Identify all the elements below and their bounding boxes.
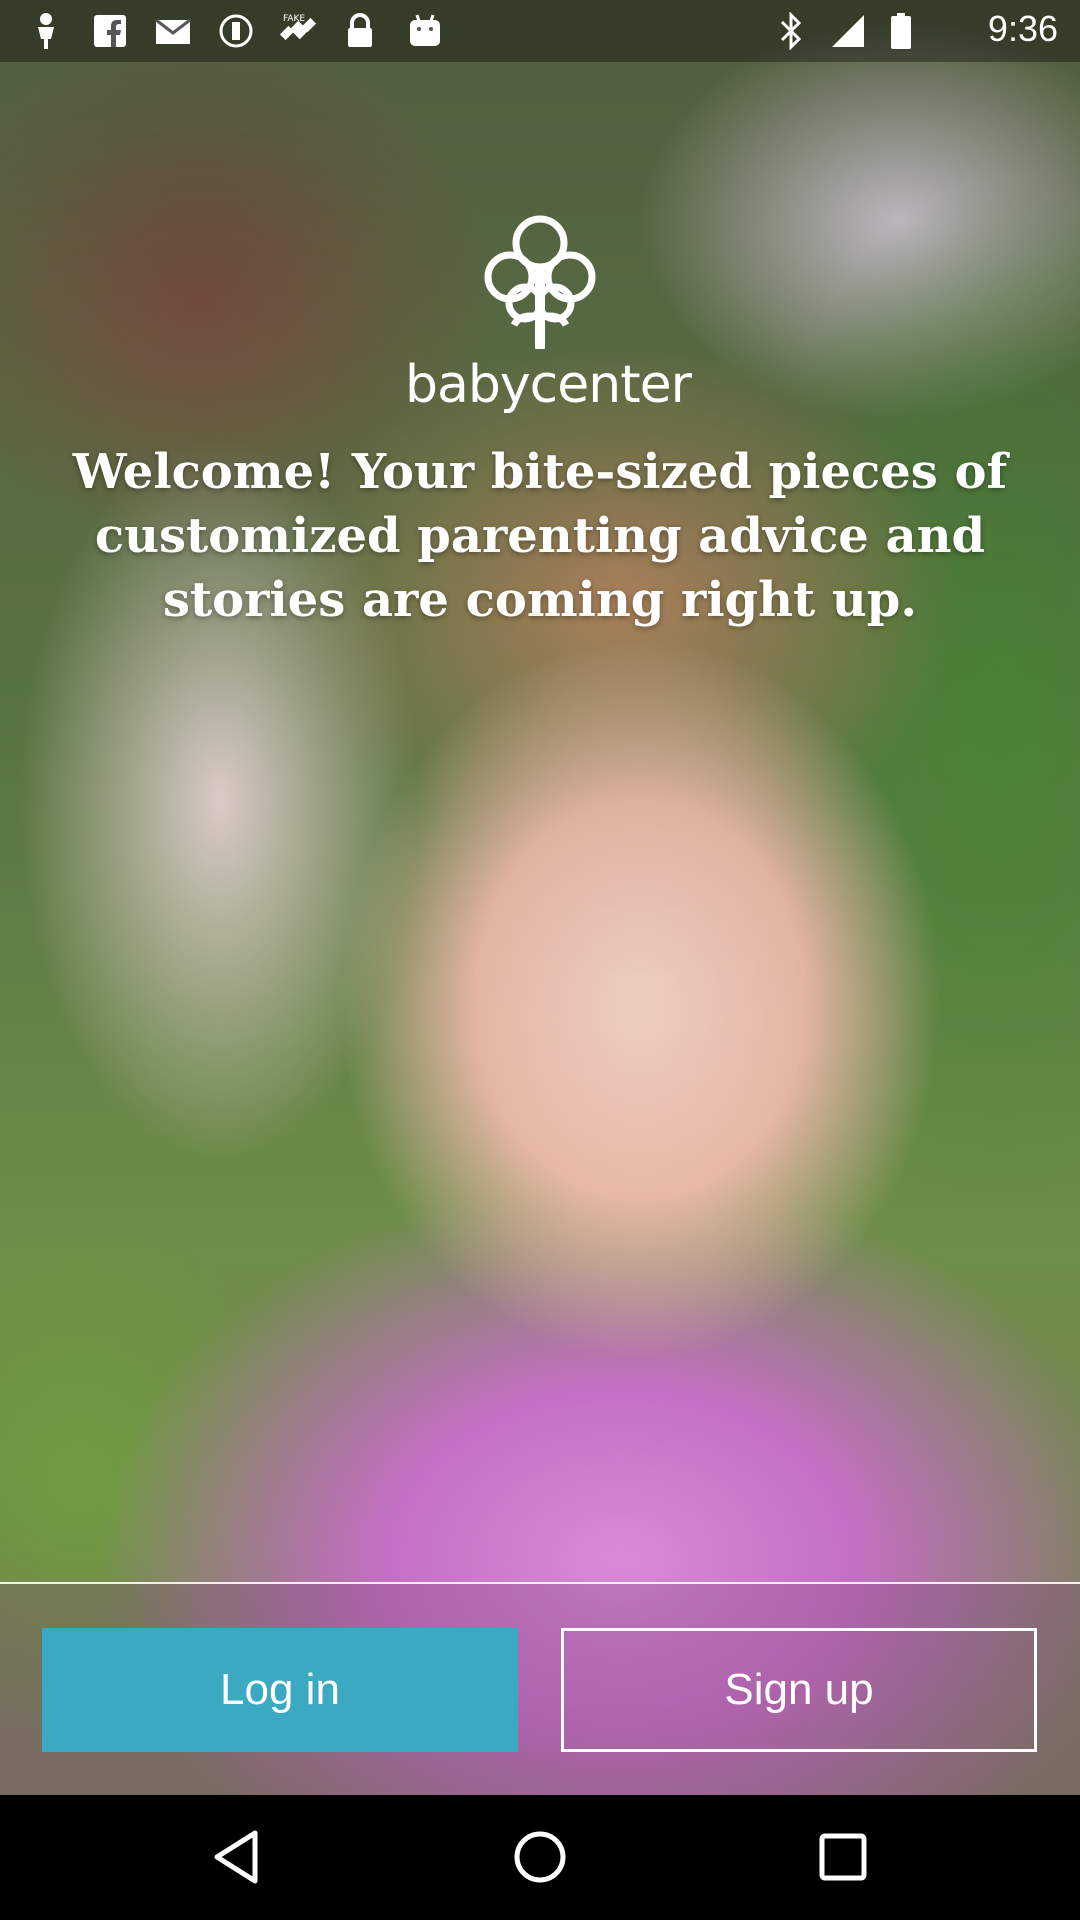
welcome-line: stories are coming right up. [162, 572, 918, 628]
mail-icon [153, 10, 193, 52]
person-icon [28, 10, 64, 52]
babycenter-logo: babycenter [405, 205, 692, 420]
satellite-icon: FAKE [275, 10, 323, 52]
back-icon[interactable] [186, 1817, 286, 1897]
welcome-line: Welcome! Your bite-sized pieces of [72, 444, 1008, 500]
welcome-screen: FAKE 9:36 babycenter Welcome! Your bite-… [0, 0, 1080, 1920]
signup-button[interactable]: Sign up [561, 1628, 1037, 1752]
status-clock: 9:36 [987, 8, 1058, 49]
navigation-bar [0, 1795, 1080, 1920]
tree-logo-icon [484, 215, 596, 349]
status-bar: FAKE 9:36 [0, 0, 1080, 62]
welcome-message: Welcome! Your bite-sized pieces of custo… [60, 440, 1020, 632]
welcome-line: customized parenting advice and [94, 508, 986, 564]
alert-icon [216, 10, 256, 52]
recents-icon[interactable] [793, 1817, 893, 1897]
android-icon [405, 10, 445, 52]
bluetooth-icon [775, 10, 807, 52]
login-button[interactable]: Log in [42, 1628, 518, 1752]
home-icon[interactable] [490, 1817, 590, 1897]
battery-icon [885, 10, 917, 52]
lock-icon [342, 10, 378, 52]
auth-actions-panel: Log in Sign up [0, 1582, 1080, 1797]
facebook-icon [90, 10, 130, 52]
svg-text:FAKE: FAKE [283, 14, 305, 24]
signal-icon [828, 10, 868, 52]
logo-wordmark: babycenter [405, 355, 692, 415]
